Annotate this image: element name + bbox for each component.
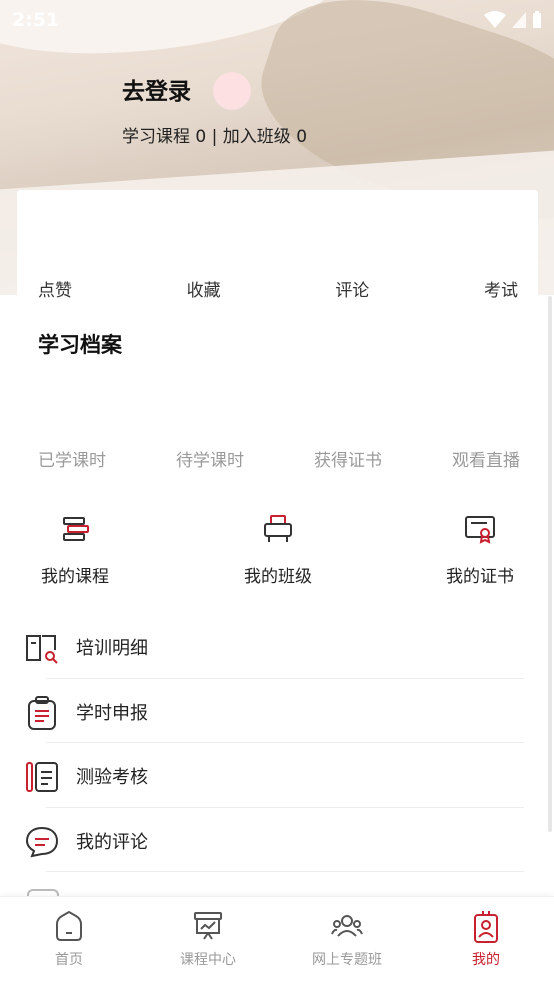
home-icon	[56, 910, 82, 941]
menu-item-hours-report[interactable]: 学时申报	[0, 679, 554, 743]
avatar[interactable]	[213, 72, 251, 110]
archive-title: 学习档案	[38, 333, 122, 357]
courses-label: 学习课程	[122, 127, 190, 147]
classes-label: 加入班级	[222, 127, 291, 147]
tab-label: 我的	[472, 952, 500, 968]
scrollbar[interactable]	[548, 296, 552, 832]
menu-list: 培训明细 学时申报 测验考核 我的评论	[0, 614, 554, 872]
bottom-tab-bar: 首页 课程中心 网上专题班 我的	[0, 896, 554, 985]
tab-mine[interactable]: 我的	[421, 909, 551, 969]
menu-label: 学时申报	[76, 702, 148, 724]
live-watched-label[interactable]: 观看直播	[452, 446, 520, 471]
login-link[interactable]: 去登录	[122, 72, 191, 106]
likes-tab[interactable]: 点赞	[38, 276, 72, 301]
my-class-button[interactable]: 我的班级	[223, 512, 333, 587]
tab-home[interactable]: 首页	[4, 909, 134, 969]
tab-label: 首页	[55, 952, 83, 968]
courses-count: 0	[195, 127, 207, 147]
wifi-icon	[484, 11, 506, 28]
tab-label: 网上专题班	[312, 952, 382, 968]
profile-stats: 学习课程 0 | 加入班级 0	[122, 122, 307, 147]
online-class-icon	[331, 915, 363, 937]
course-center-icon	[194, 912, 222, 940]
status-bar: 2:51	[0, 0, 554, 40]
my-certificate-icon	[465, 516, 495, 544]
stats-divider: |	[211, 127, 223, 147]
menu-item-exam[interactable]: 测验考核	[0, 743, 554, 808]
menu-label: 培训明细	[76, 638, 148, 659]
tab-label: 课程中心	[180, 952, 236, 968]
my-certificate-button[interactable]: 我的证书	[425, 512, 535, 587]
favorites-tab[interactable]: 收藏	[187, 276, 221, 301]
menu-item-my-comments[interactable]: 我的评论	[0, 808, 554, 872]
status-time: 2:51	[12, 9, 60, 31]
certificates-earned-label[interactable]: 获得证书	[314, 446, 382, 471]
my-class-icon	[264, 515, 292, 542]
tab-online-class[interactable]: 网上专题班	[282, 909, 412, 969]
quick-actions: 我的课程 我的班级 我的证书	[0, 512, 554, 592]
comments-tab[interactable]: 评论	[335, 276, 369, 301]
login-title[interactable]: 去登录	[122, 79, 191, 105]
training-detail-icon	[26, 635, 58, 664]
comment-icon	[25, 826, 59, 857]
exams-tab[interactable]: 考试	[484, 276, 518, 301]
my-courses-button[interactable]: 我的课程	[20, 512, 130, 587]
classes-count: 0	[296, 127, 308, 147]
clipboard-icon	[28, 695, 56, 730]
interaction-row: 点赞 收藏 评论 考试	[38, 276, 518, 301]
profile-badge-icon	[474, 911, 498, 943]
battery-icon	[533, 11, 541, 28]
learned-hours-label[interactable]: 已学课时	[38, 446, 106, 471]
exam-icon	[26, 762, 58, 792]
my-certificate-label: 我的证书	[446, 567, 514, 587]
tab-course-center[interactable]: 课程中心	[143, 909, 273, 969]
menu-item-training-detail[interactable]: 培训明细	[0, 614, 554, 679]
pending-hours-label[interactable]: 待学课时	[176, 446, 244, 471]
menu-label: 我的评论	[76, 831, 148, 853]
my-courses-icon	[63, 517, 89, 541]
my-class-label: 我的班级	[244, 567, 312, 587]
archive-stats-row: 已学课时 待学课时 获得证书 观看直播	[38, 446, 520, 471]
my-courses-label: 我的课程	[41, 567, 109, 587]
signal-icon	[512, 12, 526, 28]
menu-label: 测验考核	[76, 767, 148, 788]
